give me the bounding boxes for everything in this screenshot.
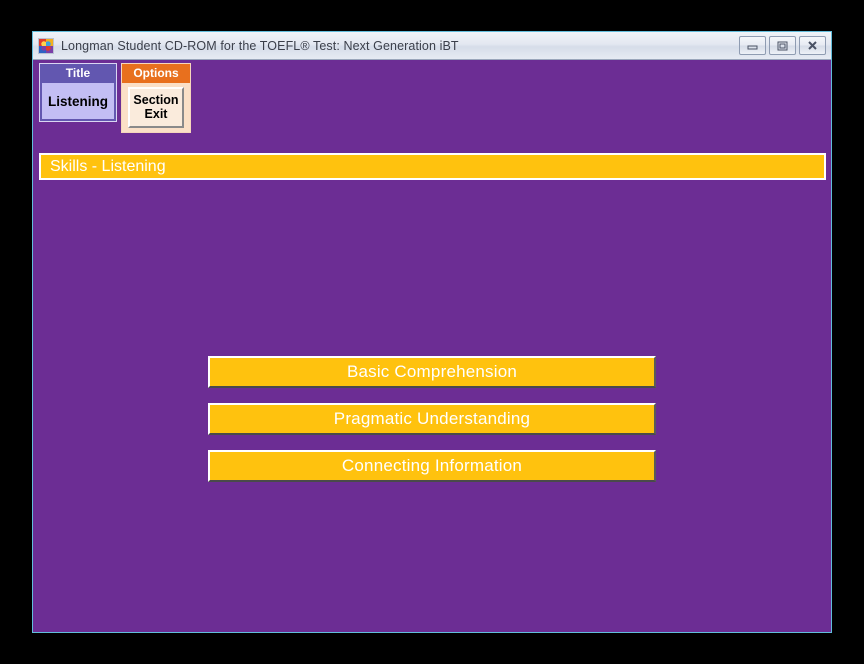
application-window: Longman Student CD-ROM for the TOEFL® Te…: [32, 31, 832, 633]
options-panel-header: Options: [122, 64, 190, 83]
skill-button-label: Connecting Information: [341, 456, 523, 475]
section-exit-line1: Section: [133, 93, 179, 107]
options-panel: Options Section Exit: [121, 63, 191, 133]
skill-button-label: Pragmatic Understanding: [333, 409, 531, 428]
close-icon: [808, 41, 817, 50]
minimize-icon: [747, 45, 758, 50]
section-exit-line2: Exit: [144, 107, 168, 121]
section-banner-text: Skills - Listening: [50, 157, 166, 175]
title-bar: Longman Student CD-ROM for the TOEFL® Te…: [33, 32, 831, 60]
current-section-label: Listening: [48, 93, 108, 109]
skill-button-group: Basic Comprehension Pragmatic Understand…: [33, 356, 831, 482]
skill-button-basic-comprehension[interactable]: Basic Comprehension: [208, 356, 656, 388]
client-area: Title Listening Options Section Exit Ski…: [33, 60, 831, 632]
skill-button-pragmatic-understanding[interactable]: Pragmatic Understanding: [208, 403, 656, 435]
top-panel-row: Title Listening Options Section Exit: [39, 63, 191, 133]
skill-button-label: Basic Comprehension: [346, 362, 518, 381]
options-panel-body: Section Exit: [122, 83, 190, 132]
close-button[interactable]: [799, 36, 826, 55]
window-controls: [739, 36, 826, 55]
skill-button-connecting-information[interactable]: Connecting Information: [208, 450, 656, 482]
minimize-button[interactable]: [739, 36, 766, 55]
title-panel: Title Listening: [39, 63, 117, 122]
maximize-icon: [777, 41, 788, 51]
section-exit-button[interactable]: Section Exit: [128, 87, 184, 128]
section-banner: Skills - Listening: [39, 153, 826, 180]
title-panel-body: Listening: [42, 83, 114, 119]
window-title: Longman Student CD-ROM for the TOEFL® Te…: [61, 38, 459, 53]
title-panel-header: Title: [40, 64, 116, 83]
maximize-button[interactable]: [769, 36, 796, 55]
puzzle-icon: [38, 37, 54, 54]
